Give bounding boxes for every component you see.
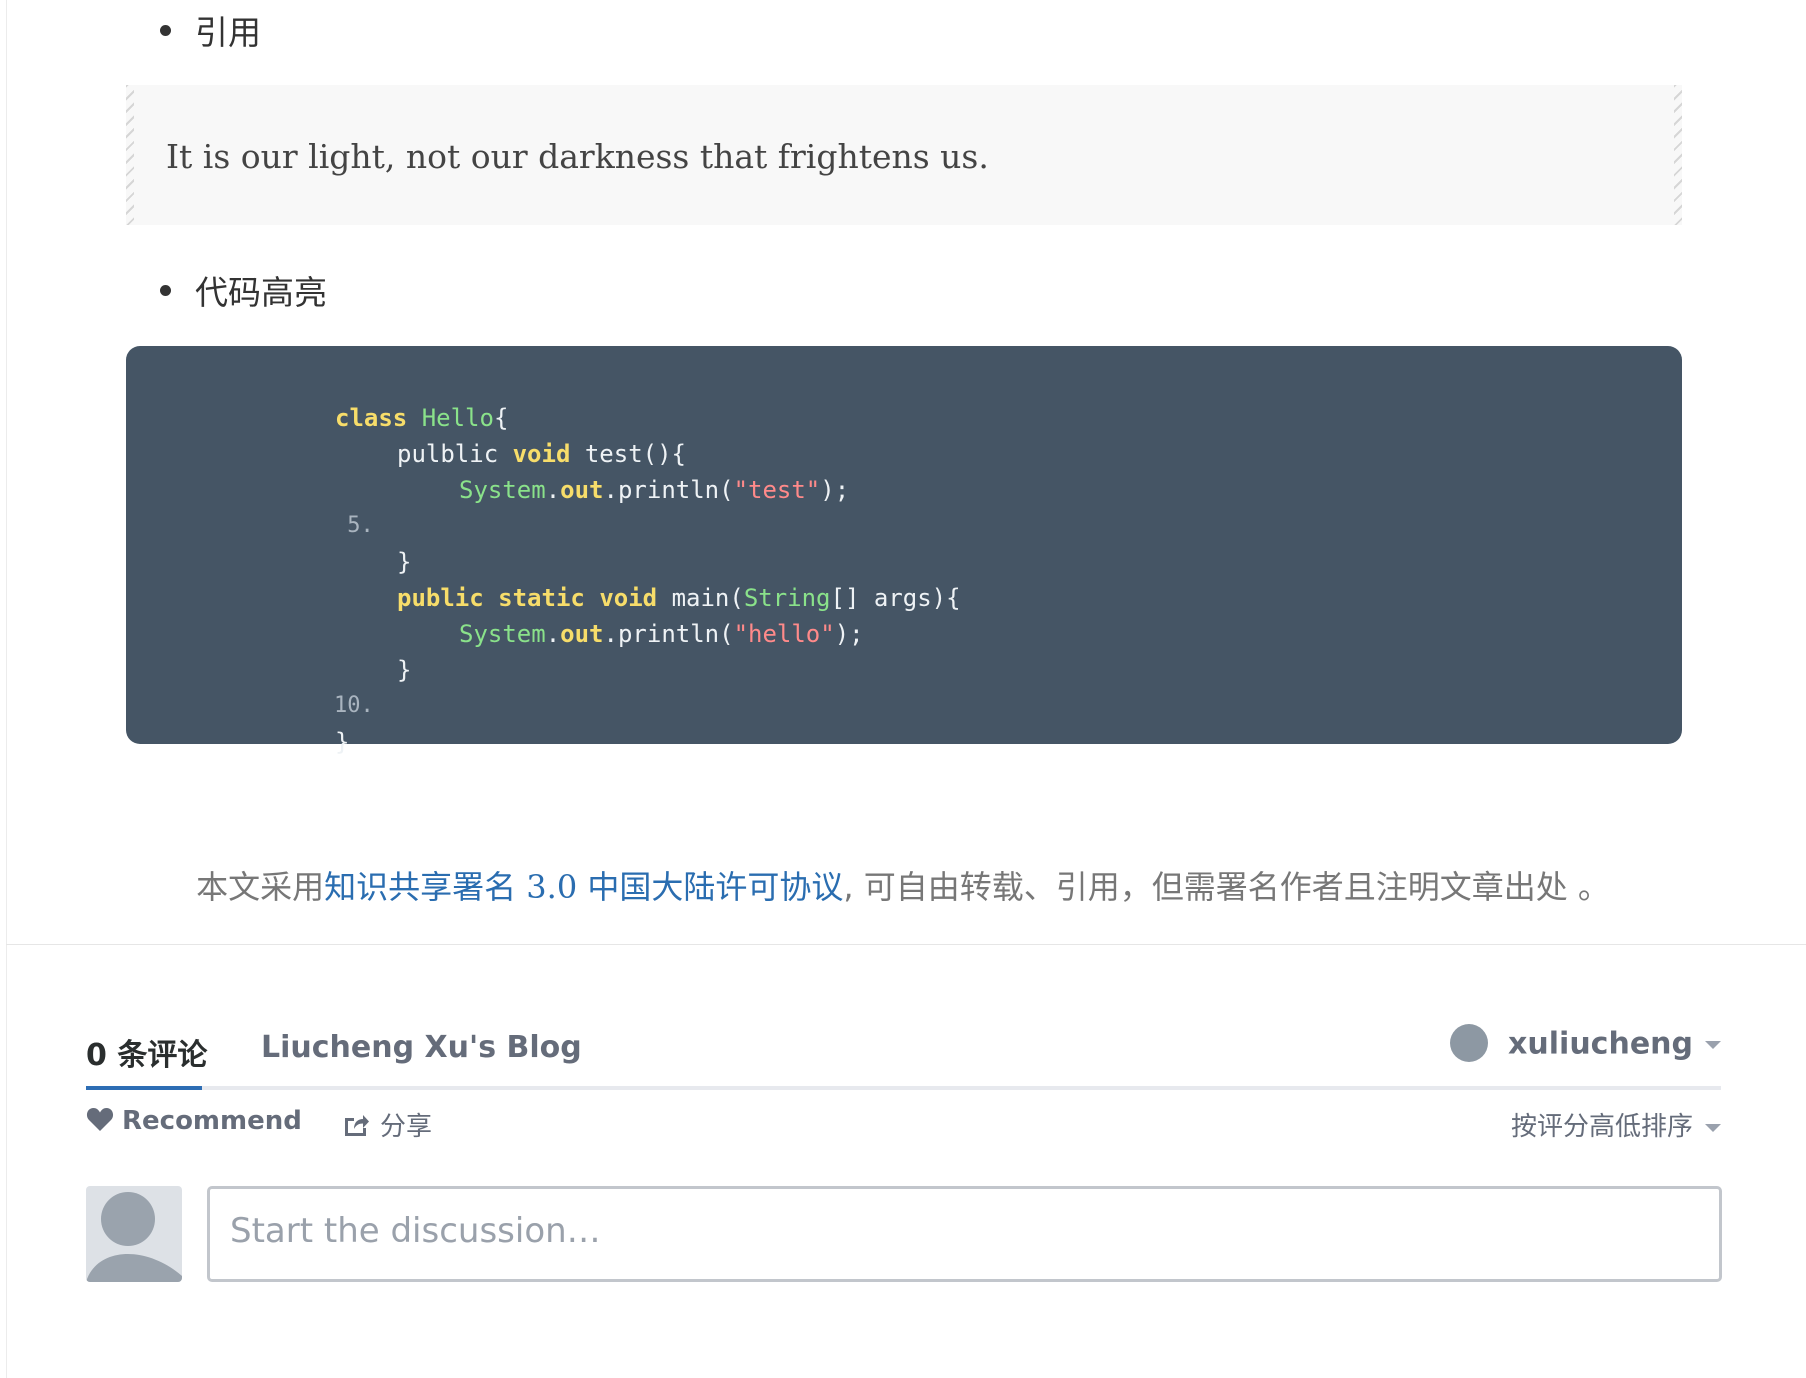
blockquote-text: It is our light, not our darkness that f… [166,137,989,176]
code-type: Hello [421,404,494,432]
list-item-code: 代码高亮 [160,266,327,314]
code-string: "hello" [733,620,835,648]
recommend-label: Recommend [122,1106,302,1136]
list-item-label: 引用 [195,13,261,52]
code-text: ); [834,620,864,648]
heart-icon [86,1107,114,1131]
code-type: System [459,476,546,504]
code-line: System.out.println("test"); [126,436,849,504]
list-item-label: 代码高亮 [195,273,327,312]
username: xuliucheng [1508,1026,1693,1062]
code-text: main( [671,584,744,612]
code-type: String [743,584,831,612]
comments-toolbar: Recommend 分享 按评分高低排序 [86,1106,1721,1146]
tab-comments[interactable]: 0 条评论 [86,1030,207,1074]
code-type: System [459,620,546,648]
code-keyword: void [512,440,571,468]
blockquote: It is our light, not our darkness that f… [126,85,1682,225]
code-keyword: void [599,584,658,612]
sort-label: 按评分高低排序 [1510,1112,1693,1142]
share-label: 分享 [380,1112,433,1142]
code-string: "test" [733,476,821,504]
code-line: public static void main(String[] args){ [126,544,961,612]
license-link[interactable]: 知识共享署名 3.0 中国大陆许可协议 [324,868,843,906]
license-prefix: 本文采用 [196,868,325,906]
code-line: } [126,616,411,684]
section-divider [6,944,1806,945]
code-line: 10. [126,652,374,718]
code-text: { [493,404,509,432]
code-text: ); [820,476,850,504]
code-text: .println( [603,476,734,504]
page-edge [0,0,7,1378]
user-avatar-icon [1450,1024,1489,1062]
comments-tabs: 0 条评论 Liucheng Xu's Blog xuliucheng [86,1020,1721,1090]
list-item-quote: 引用 [160,6,261,54]
recommend-button[interactable]: Recommend [86,1106,302,1136]
code-text: . [545,620,561,648]
code-text: . [545,476,561,504]
line-number: 10. [334,693,374,718]
active-tab-indicator [86,1086,202,1090]
code-line: System.out.println("hello"); [126,580,864,648]
license-notice: 本文采用知识共享署名 3.0 中国大陆许可协议, 可自由转载、引用，但需署名作者… [0,862,1806,908]
code-text: } [335,728,350,756]
code-line: 5. } [126,472,411,576]
code-keyword: public [397,584,484,612]
comment-input-placeholder: Start the discussion… [230,1211,601,1251]
comment-input[interactable]: Start the discussion… [207,1186,1722,1282]
code-text: } [397,548,412,576]
avatar [86,1186,182,1282]
code-text: [] args){ [830,584,961,612]
code-keyword: class [335,404,408,432]
code-text: .println( [603,620,734,648]
sort-dropdown[interactable]: 按评分高低排序 [1511,1106,1721,1143]
share-icon [345,1114,369,1136]
code-text: test(){ [584,440,687,468]
user-placeholder-icon [86,1192,182,1282]
code-text: } [397,656,412,684]
bullet-dot [160,25,171,36]
code-keyword: out [560,476,604,504]
tab-community[interactable]: Liucheng Xu's Blog [261,1030,582,1065]
code-text: pulblic [397,440,499,468]
code-line: pulblic void test(){ [126,400,686,468]
line-number: 5. [347,513,374,538]
share-button[interactable]: 分享 [342,1106,432,1143]
chevron-down-icon [1705,1041,1721,1049]
user-menu[interactable]: xuliucheng [1450,1024,1721,1064]
code-line: class Hello{ [126,364,508,432]
code-keyword: static [498,584,585,612]
bullet-dot [160,285,171,296]
code-keyword: out [560,620,604,648]
code-line: } [126,688,349,756]
license-suffix: , 可自由转载、引用，但需署名作者且注明文章出处 。 [843,868,1610,906]
chevron-down-icon [1705,1123,1721,1132]
code-block: class Hello{ pulblic void test(){ System… [126,346,1682,756]
